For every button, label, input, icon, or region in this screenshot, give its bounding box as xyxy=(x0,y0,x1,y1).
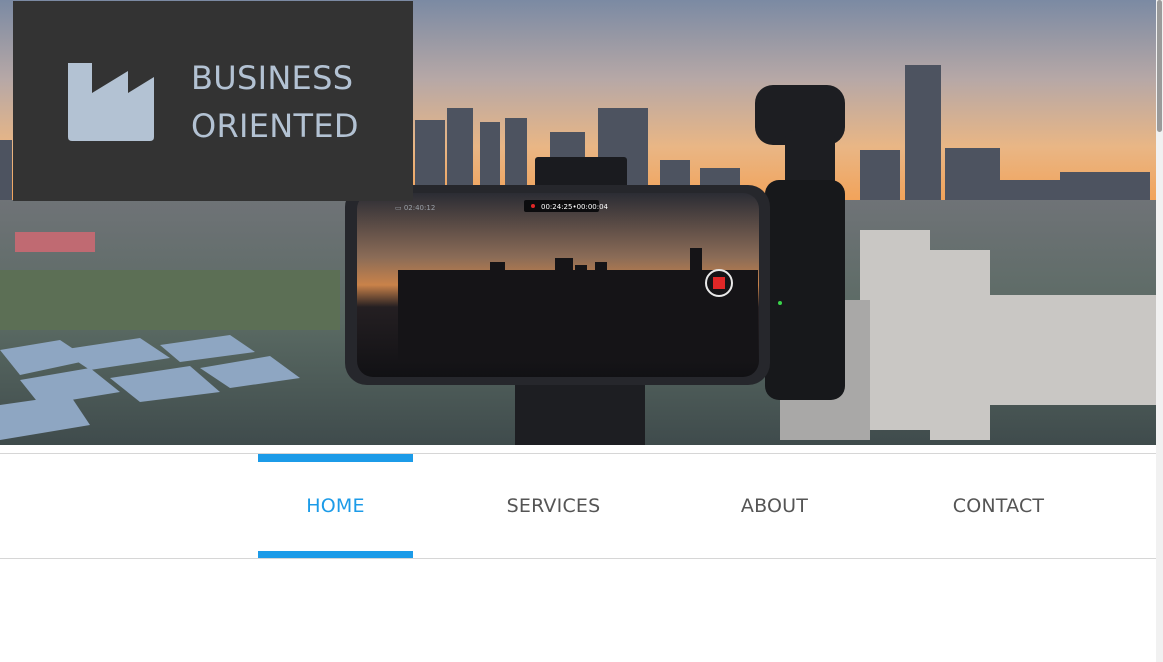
factory-icon xyxy=(68,63,154,141)
brand-name-line1: BUSINESS xyxy=(191,59,354,97)
nav-contact[interactable]: CONTACT xyxy=(921,454,1076,558)
nav-contact-label: CONTACT xyxy=(952,495,1045,517)
svg-text:▭ 02:40:12: ▭ 02:40:12 xyxy=(395,204,435,212)
brand-logo[interactable]: BUSINESS ORIENTED xyxy=(13,1,413,201)
nav-services[interactable]: SERVICES xyxy=(476,454,631,558)
nav-about-label: ABOUT xyxy=(740,495,809,517)
svg-text:00:24:25•00:00:04: 00:24:25•00:00:04 xyxy=(541,203,609,211)
nav-active-indicator-top xyxy=(258,454,413,462)
nav-home-label: HOME xyxy=(306,495,365,517)
nav-home[interactable]: HOME xyxy=(258,454,413,559)
nav-divider-bottom xyxy=(0,558,1156,559)
scrollbar-thumb[interactable] xyxy=(1157,0,1162,132)
brand-name: BUSINESS ORIENTED xyxy=(191,54,359,150)
brand-name-line2: ORIENTED xyxy=(191,107,359,145)
nav-services-label: SERVICES xyxy=(506,495,601,517)
page: 00:24:25•00:00:04 ▭ 02:40:12 BUSINESS OR… xyxy=(0,0,1163,662)
nav-about[interactable]: ABOUT xyxy=(697,454,852,558)
